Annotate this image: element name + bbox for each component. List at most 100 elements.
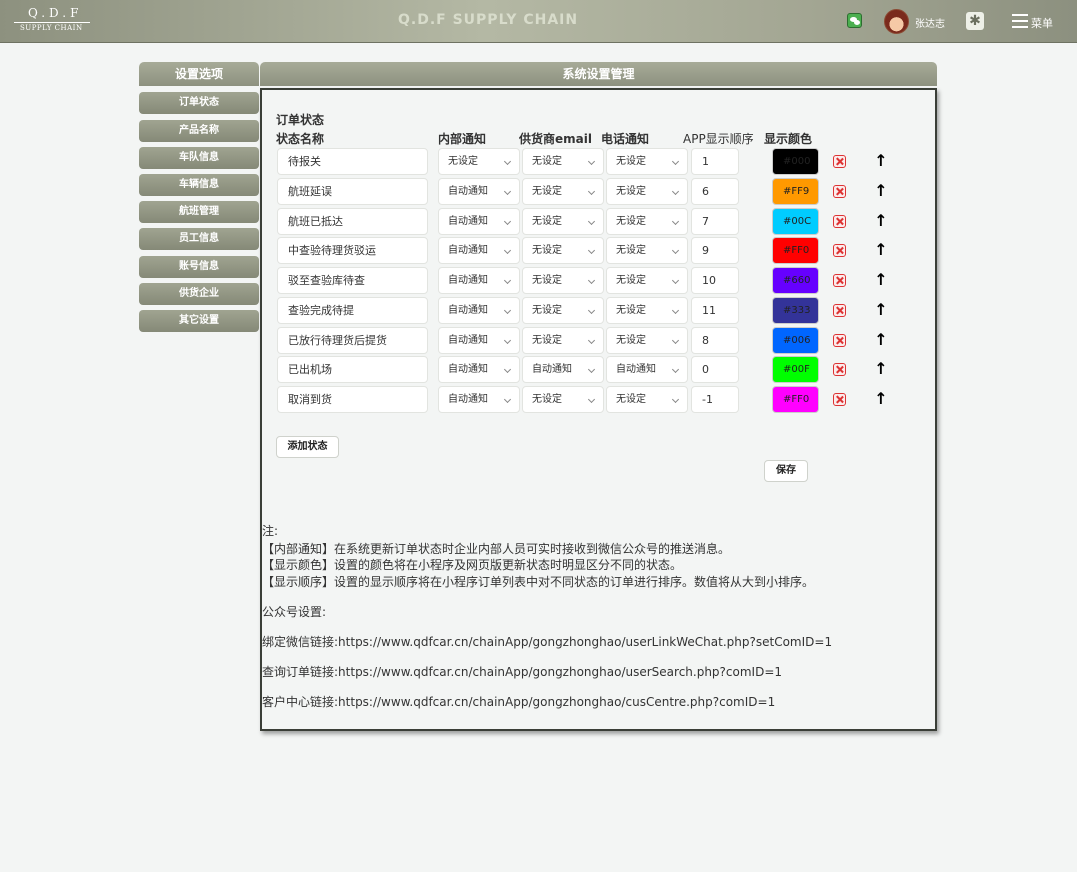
sidebar-item-account-info[interactable]: 账号信息: [139, 256, 259, 278]
internal-notify-select[interactable]: 自动通知: [438, 207, 520, 235]
status-row: 已放行待理货后提货 自动通知 无设定 无设定 8 #006 ↑: [262, 326, 935, 357]
wechat-icon[interactable]: [847, 13, 862, 28]
delete-icon[interactable]: [833, 184, 846, 198]
color-picker[interactable]: #333: [772, 296, 819, 324]
arrow-up-icon[interactable]: ↑: [874, 360, 888, 378]
delete-icon[interactable]: [833, 333, 846, 347]
sidebar-item-flight-management[interactable]: 航班管理: [139, 201, 259, 223]
color-picker[interactable]: #000: [772, 148, 819, 175]
status-name-input[interactable]: 查验完成待提: [277, 296, 428, 324]
link-row-customer-center: 客户中心链接:https://www.qdfcar.cn/chainApp/go…: [262, 693, 775, 710]
save-button[interactable]: 保存: [764, 460, 808, 482]
internal-notify-select[interactable]: 自动通知: [438, 386, 520, 413]
sidebar-item-fleet-info[interactable]: 车队信息: [139, 147, 259, 169]
sidebar-item-suppliers[interactable]: 供货企业: [139, 283, 259, 305]
status-name-input[interactable]: 驳至查验库待查: [277, 267, 428, 294]
hamburger-menu-icon[interactable]: [1012, 13, 1028, 29]
internal-notify-select[interactable]: 自动通知: [438, 267, 520, 294]
column-header-phone: 电话通知: [601, 132, 650, 146]
phone-notify-select[interactable]: 无设定: [606, 386, 688, 413]
status-name-input[interactable]: 航班延误: [277, 177, 428, 205]
note-label: 注:: [262, 524, 279, 538]
internal-notify-select[interactable]: 自动通知: [438, 237, 520, 265]
app-order-input[interactable]: 6: [691, 177, 739, 205]
app-order-input[interactable]: -1: [691, 386, 739, 413]
arrow-up-icon[interactable]: ↑: [874, 211, 888, 230]
status-name-input[interactable]: 中查验待理货驳运: [277, 237, 428, 265]
color-picker[interactable]: #FF0: [772, 237, 819, 265]
color-picker[interactable]: #FF9: [772, 177, 819, 205]
phone-notify-select[interactable]: 无设定: [606, 237, 688, 265]
phone-notify-select[interactable]: 无设定: [606, 148, 688, 175]
delete-icon[interactable]: [833, 303, 846, 317]
sidebar-item-order-status[interactable]: 订单状态: [139, 92, 259, 114]
color-picker[interactable]: #006: [772, 326, 819, 354]
internal-notify-select[interactable]: 无设定: [438, 148, 520, 175]
color-picker[interactable]: #00C: [772, 207, 819, 235]
supplier-email-select[interactable]: 无设定: [522, 237, 604, 265]
arrow-up-icon[interactable]: ↑: [874, 271, 888, 289]
app-order-input[interactable]: 0: [691, 356, 739, 384]
logo[interactable]: Q.D.F SUPPLY CHAIN: [14, 6, 90, 34]
phone-notify-select[interactable]: 无设定: [606, 177, 688, 205]
delete-icon[interactable]: [833, 214, 846, 228]
supplier-email-select[interactable]: 无设定: [522, 326, 604, 354]
phone-notify-select[interactable]: 无设定: [606, 207, 688, 235]
delete-icon[interactable]: [833, 363, 846, 377]
color-picker[interactable]: #00F: [772, 356, 819, 384]
column-header-internal: 内部通知: [438, 132, 487, 146]
phone-notify-select[interactable]: 无设定: [606, 296, 688, 324]
supplier-email-select[interactable]: 无设定: [522, 296, 604, 324]
supplier-email-select[interactable]: 自动通知: [522, 356, 604, 384]
supplier-email-select[interactable]: 无设定: [522, 148, 604, 175]
link-url[interactable]: https://www.qdfcar.cn/chainApp/gongzhong…: [338, 635, 832, 649]
add-status-button[interactable]: 添加状态: [276, 436, 339, 458]
arrow-up-icon[interactable]: ↑: [874, 300, 888, 319]
app-order-input[interactable]: 8: [691, 326, 739, 354]
internal-notify-select[interactable]: 自动通知: [438, 177, 520, 205]
sidebar-item-staff-info[interactable]: 员工信息: [139, 228, 259, 250]
arrow-up-icon[interactable]: ↑: [874, 152, 888, 170]
phone-notify-select[interactable]: 无设定: [606, 267, 688, 294]
supplier-email-select[interactable]: 无设定: [522, 177, 604, 205]
sidebar-item-other-settings[interactable]: 其它设置: [139, 310, 259, 332]
color-picker[interactable]: #FF0: [772, 386, 819, 413]
status-name-input[interactable]: 已出机场: [277, 356, 428, 384]
menu-label[interactable]: 菜单: [1031, 15, 1053, 31]
link-url[interactable]: https://www.qdfcar.cn/chainApp/gongzhong…: [338, 695, 775, 709]
delete-icon[interactable]: [833, 155, 846, 168]
color-picker[interactable]: #660: [772, 267, 819, 294]
delete-icon[interactable]: [833, 244, 846, 258]
delete-icon[interactable]: [833, 274, 846, 287]
section-title: 订单状态: [276, 113, 325, 127]
avatar[interactable]: [884, 9, 909, 34]
supplier-email-select[interactable]: 无设定: [522, 207, 604, 235]
arrow-up-icon[interactable]: ↑: [874, 390, 888, 408]
app-order-input[interactable]: 1: [691, 148, 739, 175]
supplier-email-select[interactable]: 无设定: [522, 386, 604, 413]
status-name-input[interactable]: 航班已抵达: [277, 207, 428, 235]
settings-panel: 订单状态 状态名称 内部通知 供货商email 电话通知 APP显示顺序 显示颜…: [260, 88, 937, 731]
status-name-input[interactable]: 取消到货: [277, 386, 428, 413]
app-order-input[interactable]: 11: [691, 296, 739, 324]
settings-icon[interactable]: ✱: [966, 12, 984, 30]
link-url[interactable]: https://www.qdfcar.cn/chainApp/gongzhong…: [338, 665, 782, 679]
delete-icon[interactable]: [833, 393, 846, 406]
phone-notify-select[interactable]: 自动通知: [606, 356, 688, 384]
app-order-input[interactable]: 10: [691, 267, 739, 294]
supplier-email-select[interactable]: 无设定: [522, 267, 604, 294]
internal-notify-select[interactable]: 自动通知: [438, 356, 520, 384]
internal-notify-select[interactable]: 自动通知: [438, 296, 520, 324]
phone-notify-select[interactable]: 无设定: [606, 326, 688, 354]
app-order-input[interactable]: 7: [691, 207, 739, 235]
arrow-up-icon[interactable]: ↑: [874, 330, 888, 349]
arrow-up-icon[interactable]: ↑: [874, 241, 888, 259]
status-name-input[interactable]: 已放行待理货后提货: [277, 326, 428, 354]
sidebar-item-vehicle-info[interactable]: 车辆信息: [139, 174, 259, 196]
internal-notify-select[interactable]: 自动通知: [438, 326, 520, 354]
arrow-up-icon[interactable]: ↑: [874, 181, 888, 200]
sidebar-item-product-name[interactable]: 产品名称: [139, 120, 259, 142]
user-name[interactable]: 张达志: [915, 15, 945, 30]
app-order-input[interactable]: 9: [691, 237, 739, 265]
status-name-input[interactable]: 待报关: [277, 148, 428, 175]
